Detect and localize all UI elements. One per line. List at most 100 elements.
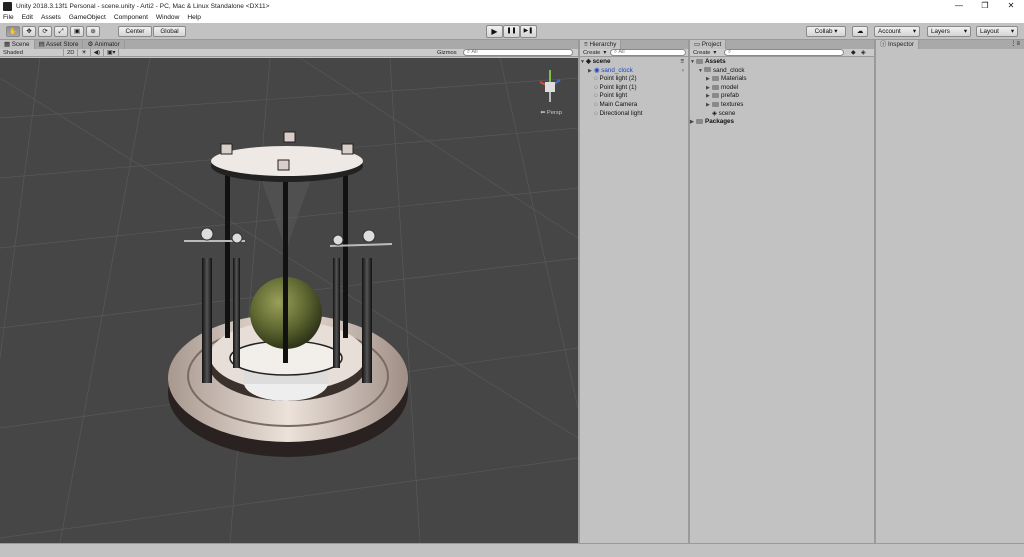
- scene-name-label: scene: [592, 58, 611, 65]
- tab-scene-label: Scene: [11, 41, 30, 48]
- top-knob-2: [283, 131, 296, 143]
- folder-icon: ▭: [694, 41, 702, 48]
- minimize-button[interactable]: —: [946, 0, 972, 12]
- menu-help[interactable]: Help: [187, 14, 201, 21]
- orientation-gizmo[interactable]: [539, 70, 561, 102]
- hierarchy-panel: ≡ Hierarchy Create ▾ ⌕ All ▼◈ scene ≡ ▶ ◉…: [580, 40, 688, 543]
- tab-inspector[interactable]: ⓘ Inspector: [876, 40, 919, 49]
- pivot-global-toggle[interactable]: Global: [153, 26, 186, 37]
- step-button[interactable]: ▶❚: [520, 25, 537, 38]
- hierarchy-search-input[interactable]: ⌕ All: [610, 49, 686, 56]
- main-toolbar: ✋ ✥ ⟳ ⤢ ▣ ⊛ Center Global ▶ ❚❚ ▶❚ Collab…: [0, 23, 1024, 40]
- menu-component[interactable]: Component: [114, 14, 148, 21]
- tree-row-packages[interactable]: ▶ Packages: [690, 118, 874, 127]
- inner-post-right: [343, 158, 348, 338]
- top-knob-4: [277, 159, 290, 171]
- model-label: model: [721, 83, 739, 91]
- hierarchy-create-dropdown[interactable]: Create: [580, 49, 603, 57]
- pause-button[interactable]: ❚❚: [503, 25, 520, 38]
- lighting-toggle-icon[interactable]: ☀: [78, 48, 91, 57]
- tree-row-prefab[interactable]: ▶ prefab: [690, 92, 874, 101]
- play-button[interactable]: ▶: [486, 25, 503, 38]
- tree-row-sand-clock[interactable]: ▶ ◉ sand_clock ›: [580, 67, 688, 76]
- restore-button[interactable]: ❐: [972, 0, 998, 12]
- tree-row-textures[interactable]: ▶ textures: [690, 101, 874, 110]
- prefab-label: prefab: [721, 92, 739, 100]
- animator-icon: ⚙: [87, 41, 95, 48]
- tree-row-model[interactable]: ▶ model: [690, 84, 874, 93]
- menu-gameobject[interactable]: GameObject: [69, 14, 106, 21]
- chevron-down-icon: ▾: [963, 28, 967, 35]
- chevron-down-icon: ▾: [603, 49, 607, 56]
- tree-row-scene[interactable]: ▼◈ scene ≡: [580, 58, 688, 67]
- menu-window[interactable]: Window: [156, 14, 179, 21]
- sand-clock-folder-label: sand_clock: [713, 66, 745, 74]
- menu-bar: File Edit Assets GameObject Component Wi…: [0, 12, 1024, 23]
- filter-type-icon[interactable]: ◆: [848, 49, 858, 57]
- scene-search-input[interactable]: ⌕ All: [463, 49, 573, 56]
- layout-dropdown[interactable]: Layout ▾: [976, 26, 1018, 37]
- pause-icon: ❚❚: [506, 28, 517, 34]
- menu-edit[interactable]: Edit: [22, 14, 33, 21]
- scene-panel: ▦ Scene ▤ Asset Store ⚙ Animator Shaded …: [0, 40, 578, 543]
- rotate-tool-button[interactable]: ⟳: [38, 26, 52, 37]
- tree-row-point-light[interactable]: ◌ Point light: [580, 92, 688, 101]
- scale-tool-button[interactable]: ⤢: [54, 26, 68, 37]
- hand-tool-button[interactable]: ✋: [6, 26, 20, 37]
- tree-row-scene-asset[interactable]: ◈ scene: [690, 110, 874, 119]
- inspector-panel: ⓘ Inspector ⋮≡: [876, 40, 1024, 543]
- textures-label: textures: [721, 100, 744, 108]
- knob-left: [200, 227, 214, 241]
- move-tool-button[interactable]: ✥: [22, 26, 36, 37]
- panel-menu-icon[interactable]: ⋮≡: [1010, 40, 1020, 49]
- gizmos-dropdown[interactable]: Gizmos: [434, 49, 460, 57]
- tree-row-main-camera[interactable]: ◌ Main Camera: [580, 101, 688, 110]
- persp-label[interactable]: ⬅ Persp: [540, 110, 562, 116]
- tree-row-point-light-1[interactable]: ◌ Point light (1): [580, 84, 688, 93]
- directional-light-label: Directional light: [599, 109, 643, 117]
- folder-icon: [712, 76, 719, 82]
- outer-post-right-2: [333, 258, 340, 368]
- tab-animator-label: Animator: [94, 41, 120, 48]
- scene-asset-label: scene: [718, 109, 736, 117]
- effects-toggle-icon[interactable]: ▣▾: [104, 48, 120, 57]
- point-light-2-label: Point light (2): [599, 75, 637, 83]
- scene-viewport[interactable]: ⬅ Persp: [0, 58, 578, 543]
- shading-mode-dropdown[interactable]: Shaded: [0, 48, 64, 57]
- materials-label: Materials: [721, 75, 747, 83]
- chevron-right-icon[interactable]: ›: [682, 67, 684, 76]
- scene-menu-icon[interactable]: ≡: [680, 58, 684, 67]
- project-create-dropdown[interactable]: Create: [690, 49, 713, 57]
- rect-tool-button[interactable]: ▣: [70, 26, 84, 37]
- pivot-center-toggle[interactable]: Center: [118, 26, 152, 37]
- menu-assets[interactable]: Assets: [41, 14, 61, 21]
- inspector-tab-row: ⓘ Inspector ⋮≡: [876, 40, 1024, 49]
- audio-toggle-icon[interactable]: ◀): [91, 48, 105, 57]
- project-control-bar: Create ▾ ⌕ ◆ ◈: [690, 49, 874, 57]
- transform-tool-button[interactable]: ⊛: [86, 26, 100, 37]
- tree-row-directional-light[interactable]: ◌ Directional light: [580, 110, 688, 119]
- collab-dropdown[interactable]: Collab ▾: [806, 26, 846, 37]
- title-bar: Unity 2018.3.13f1 Personal - scene.unity…: [0, 0, 1024, 12]
- cloud-button[interactable]: ☁: [852, 26, 868, 37]
- tree-row-point-light-2[interactable]: ◌ Point light (2): [580, 75, 688, 84]
- filter-label-icon[interactable]: ◈: [858, 49, 868, 57]
- store-icon: ▤: [38, 41, 46, 48]
- toggle-2d-button[interactable]: 2D: [64, 48, 79, 57]
- tree-row-materials[interactable]: ▶ Materials: [690, 75, 874, 84]
- tab-project-label: Project: [701, 41, 722, 48]
- layers-dropdown[interactable]: Layers ▾: [927, 26, 971, 37]
- account-dropdown[interactable]: Account ▾: [874, 26, 920, 37]
- folder-icon: [712, 84, 719, 90]
- menu-file[interactable]: File: [3, 14, 14, 21]
- project-search-input[interactable]: ⌕: [724, 49, 844, 56]
- tree-row-sand-clock-folder[interactable]: ▼ sand_clock: [690, 67, 874, 76]
- tree-row-assets[interactable]: ▼ Assets: [690, 58, 874, 67]
- grid-icon: ▦: [4, 41, 12, 48]
- sand-clock-label: sand_clock: [601, 66, 633, 74]
- close-button[interactable]: ✕: [998, 0, 1024, 12]
- window-controls: — ❐ ✕: [946, 0, 1024, 12]
- chevron-down-icon: ▾: [1010, 28, 1014, 35]
- folder-icon: [712, 101, 719, 107]
- chevron-down-icon: ▾: [713, 49, 717, 56]
